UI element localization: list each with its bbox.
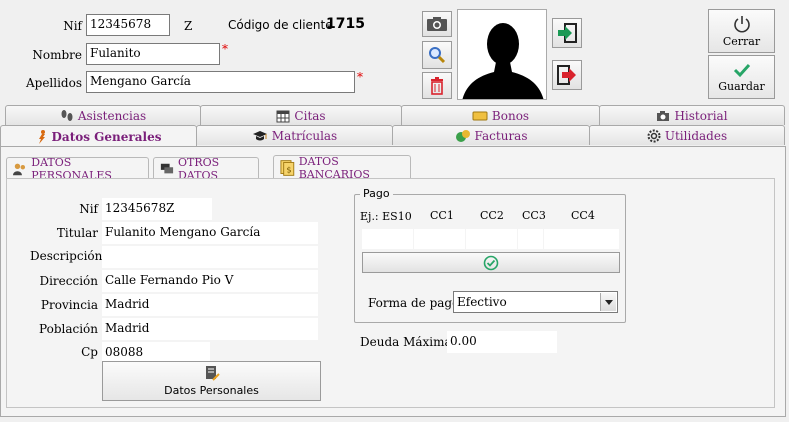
validate-account-button[interactable]: [362, 252, 620, 273]
nombre-input[interactable]: Fulanito: [86, 43, 220, 65]
cc1-input[interactable]: [414, 229, 465, 249]
apellidos-input[interactable]: Mengano García: [86, 71, 355, 93]
close-button[interactable]: Cerrar: [708, 9, 775, 53]
codigo-cliente-value: 1715: [326, 16, 365, 32]
tab-bonos-label: Bonos: [491, 108, 530, 123]
subtab-datos-bancarios[interactable]: $ DATOS BANCARIOS: [273, 154, 411, 181]
zoom-photo-button[interactable]: [422, 41, 452, 69]
apellidos-required-mark: *: [357, 70, 363, 84]
check-icon: [733, 63, 750, 77]
camera-small-icon: [657, 110, 670, 121]
graduation-cap-icon: [252, 130, 267, 140]
forma-pago-value: Efectivo: [457, 295, 507, 309]
tab-historial-label: Historial: [674, 108, 728, 123]
titular-field[interactable]: Fulanito Mengano García: [102, 222, 318, 244]
svg-text:$: $: [286, 164, 291, 174]
magnifier-icon: [429, 47, 446, 64]
calendar-icon: [276, 110, 290, 122]
tab-citas-label: Citas: [294, 108, 326, 123]
personal-nif-label: Nif: [79, 202, 98, 216]
camera-button[interactable]: [422, 11, 452, 37]
tab-matriculas[interactable]: Matrículas: [196, 125, 393, 145]
codigo-cliente-label: Código de cliente: [228, 18, 333, 32]
pago-col-cc2: CC2: [480, 209, 504, 222]
provincia-field[interactable]: Madrid: [102, 294, 318, 316]
enter-arrow-icon: [558, 23, 577, 43]
chevron-down-icon: [604, 299, 613, 305]
deuda-maxima-field[interactable]: 0.00: [447, 331, 557, 353]
tab-facturas-label: Facturas: [474, 128, 528, 143]
tab-utilidades-label: Utilidades: [664, 128, 728, 143]
export-button[interactable]: [552, 60, 582, 90]
edit-document-icon: [205, 366, 220, 381]
tab-asistencias[interactable]: Asistencias: [5, 105, 201, 125]
tab-bonos[interactable]: Bonos: [401, 105, 600, 125]
exit-arrow-icon: [557, 65, 576, 85]
tab-citas[interactable]: Citas: [200, 105, 402, 125]
datos-personales-button[interactable]: Datos Personales: [102, 361, 321, 401]
pago-col-cc4: CC4: [571, 209, 595, 222]
nombre-required-mark: *: [222, 42, 228, 56]
dropdown-button[interactable]: [600, 293, 616, 311]
poblacion-label: Población: [39, 322, 98, 336]
save-button[interactable]: Guardar: [708, 55, 775, 99]
poblacion-field[interactable]: Madrid: [102, 318, 318, 340]
import-button[interactable]: [552, 18, 582, 48]
close-label: Cerrar: [722, 34, 761, 48]
figure-icon: [38, 129, 45, 144]
pago-group-title: Pago: [360, 187, 393, 200]
nif-input[interactable]: 12345678: [86, 14, 170, 36]
titular-label: Titular: [56, 226, 98, 240]
datos-personales-button-label: Datos Personales: [164, 384, 259, 397]
money-icon: [455, 129, 470, 142]
power-icon: [733, 15, 750, 32]
direccion-field[interactable]: Calle Fernando Pio V: [102, 270, 318, 292]
deuda-maxima-label: Deuda Máxima: [360, 335, 452, 349]
gear-icon: [647, 129, 661, 142]
tab-datos-generales[interactable]: Datos Generales: [0, 125, 197, 147]
pago-col-example: Ej.: ES10: [360, 210, 412, 223]
ticket-icon: [472, 111, 488, 120]
camera-icon: [427, 17, 447, 31]
forma-pago-select[interactable]: Efectivo: [453, 291, 618, 313]
tab-historial[interactable]: Historial: [599, 105, 785, 125]
cc4-input[interactable]: [544, 229, 619, 249]
tab-asistencias-label: Asistencias: [77, 108, 147, 123]
cp-label: Cp: [81, 345, 98, 359]
delete-photo-button[interactable]: [422, 72, 452, 99]
tab-utilidades[interactable]: Utilidades: [589, 125, 785, 145]
subtab-datos-personales[interactable]: DATOS PERSONALES: [6, 156, 149, 182]
nif-letter: Z: [184, 19, 193, 33]
descripcion-label: Descripción: [30, 249, 103, 263]
save-label: Guardar: [718, 79, 765, 93]
people-icon: [13, 163, 26, 175]
check-circle-icon: [483, 255, 499, 270]
tab-facturas[interactable]: Facturas: [392, 125, 590, 145]
tab-matriculas-label: Matrículas: [271, 128, 338, 143]
subtab-otros-datos[interactable]: OTROS DATOS: [153, 156, 259, 182]
person-silhouette-icon: [462, 23, 544, 99]
tab-datos-generales-label: Datos Generales: [51, 129, 162, 144]
direccion-label: Dirección: [39, 274, 98, 288]
nif-label: Nif: [63, 19, 82, 33]
chat-icon: [160, 163, 174, 173]
cc3-input[interactable]: [518, 229, 543, 249]
iban-input[interactable]: [362, 229, 413, 249]
descripcion-field[interactable]: [102, 246, 318, 268]
document-money-icon: $: [280, 159, 295, 176]
forma-pago-label: Forma de pago: [368, 296, 460, 310]
pago-col-cc1: CC1: [430, 209, 454, 222]
subtab-datos-bancarios-label: DATOS BANCARIOS: [298, 154, 370, 181]
nombre-label: Nombre: [32, 48, 82, 62]
footprints-icon: [61, 109, 73, 121]
avatar: [457, 9, 547, 100]
provincia-label: Provincia: [40, 298, 98, 312]
apellidos-label: Apellidos: [25, 76, 82, 90]
personal-nif-field[interactable]: 12345678Z: [102, 198, 212, 220]
cc2-input[interactable]: [466, 229, 517, 249]
trash-icon: [431, 76, 443, 95]
pago-col-cc3: CC3: [522, 209, 546, 222]
